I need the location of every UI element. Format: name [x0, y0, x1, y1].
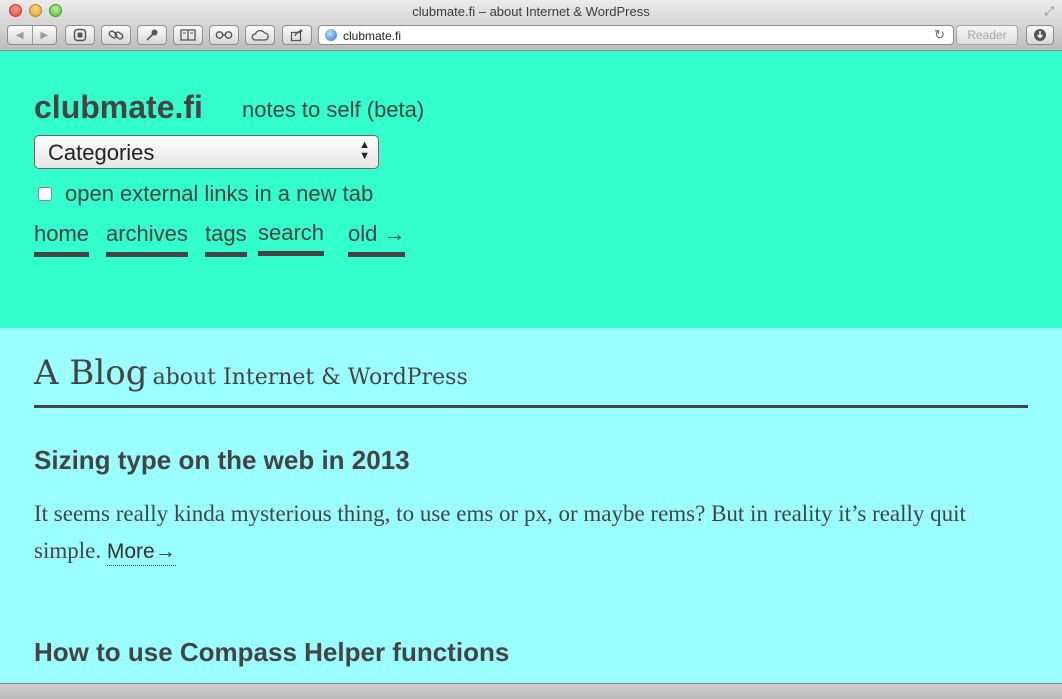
cloud-icon [251, 29, 269, 41]
nav-tags[interactable]: tags [205, 221, 247, 257]
share-button[interactable] [282, 25, 312, 45]
read-more-link[interactable]: More→ [106, 540, 176, 566]
categories-select[interactable]: Categories ▲ ▼ [34, 135, 379, 169]
nav-old[interactable]: old → [348, 221, 406, 257]
external-links-checkbox[interactable] [38, 187, 52, 201]
downloads-icon [1034, 29, 1046, 41]
web-page: clubmate.fi notes to self (beta) Categor… [0, 51, 1062, 683]
pin-icon [146, 29, 158, 41]
bookmarks-button[interactable] [173, 25, 203, 45]
reader-button[interactable]: Reader [956, 25, 1018, 45]
forward-icon[interactable]: ▶ [33, 30, 57, 41]
reload-icon[interactable]: ↻ [934, 27, 945, 43]
status-bar [0, 683, 1062, 699]
nav-archives[interactable]: archives [106, 221, 188, 257]
window-title: clubmate.fi – about Internet & WordPress [412, 4, 650, 19]
select-arrows-icon: ▲ ▼ [359, 139, 370, 162]
icloud-tabs-button[interactable] [245, 25, 275, 45]
site-header: clubmate.fi notes to self (beta) Categor… [0, 51, 1062, 328]
link-icon [108, 30, 124, 40]
site-tagline: notes to self (beta) [242, 97, 425, 122]
site-title-link[interactable]: clubmate.fi [34, 89, 203, 126]
blog-heading: A Blog about Internet & WordPress [34, 353, 1028, 408]
reading-list-icon [215, 31, 233, 39]
link-button[interactable] [101, 25, 131, 45]
fullscreen-icon[interactable]: ⤢ [1044, 4, 1054, 19]
nav-home[interactable]: home [34, 221, 90, 257]
main-content: A Blog about Internet & WordPress Sizing… [0, 328, 1062, 683]
blog-heading-sub: about Internet & WordPress [152, 365, 468, 390]
pin-button[interactable] [137, 25, 167, 45]
external-links-label[interactable]: open external links in a new tab [65, 181, 373, 207]
top-sites-button[interactable] [65, 25, 95, 45]
top-sites-icon [73, 28, 87, 42]
globe-icon [325, 29, 337, 41]
address-bar[interactable]: clubmate.fi ↻ [318, 25, 954, 45]
nav-search[interactable]: search [258, 220, 325, 256]
back-forward-group: ◀ ▶ [7, 25, 57, 45]
back-icon[interactable]: ◀ [8, 30, 32, 41]
categories-select-value: Categories [48, 140, 155, 165]
bookmarks-icon [180, 29, 196, 41]
browser-toolbar: ◀ ▶ clubmate.fi ↻ Reader [0, 22, 1062, 51]
downloads-button[interactable] [1026, 25, 1054, 45]
post-title-link[interactable]: Sizing type on the web in 2013 [34, 445, 410, 476]
post-title-link[interactable]: How to use Compass Helper functions [34, 637, 509, 668]
post-excerpt: It seems really kinda mysterious thing, … [34, 495, 1014, 570]
window-titlebar: clubmate.fi – about Internet & WordPress… [0, 0, 1062, 22]
address-input[interactable]: clubmate.fi [343, 29, 401, 43]
share-icon [290, 29, 303, 42]
blog-heading-main: A Blog [34, 353, 148, 393]
reading-list-button[interactable] [209, 25, 239, 45]
